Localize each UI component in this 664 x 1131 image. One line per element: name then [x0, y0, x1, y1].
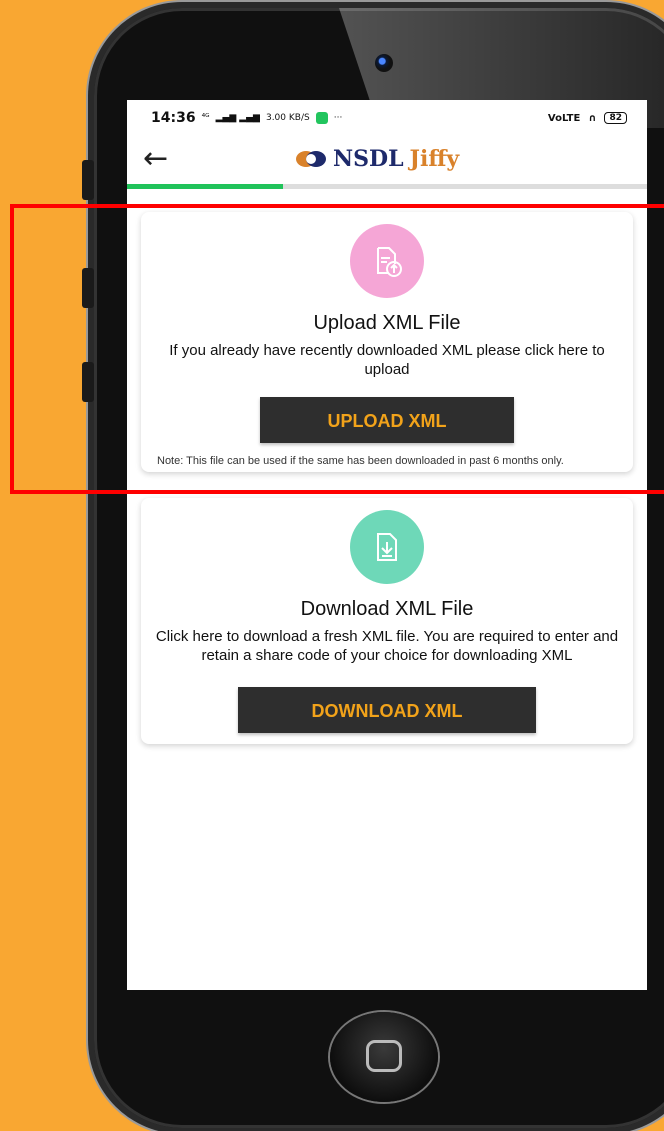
nsdl-logo-icon: [296, 151, 326, 167]
signal-indicator: ⁴ᴳ: [201, 113, 210, 123]
arrow-left-icon[interactable]: ←: [143, 144, 168, 174]
whatsapp-icon: [315, 112, 328, 124]
brand-logo: NSDL Jiffy: [295, 146, 459, 172]
download-xml-button[interactable]: DOWNLOAD XML: [238, 687, 536, 733]
download-file-icon: [350, 510, 424, 584]
battery-icon: 82: [604, 112, 627, 124]
brand-name: NSDL: [333, 146, 404, 172]
camera-icon: [375, 54, 393, 72]
network-speed: 3.00 KB/S: [265, 113, 310, 123]
home-button[interactable]: [330, 1012, 438, 1102]
home-square-icon: [366, 1040, 402, 1072]
highlight-box: [10, 204, 664, 494]
signal-bars-icon: ▂▄▆ ▂▄▆: [215, 113, 260, 123]
step-progress-bar: [127, 184, 647, 189]
download-title: Download XML File: [300, 598, 474, 620]
download-xml-card: Download XML File Click here to download…: [141, 498, 633, 744]
brand-sub: Jiffy: [409, 146, 460, 172]
step-progress-fill: [127, 184, 283, 189]
volume-up-button: [82, 160, 94, 200]
more-notifications: ···: [333, 113, 343, 123]
app-bar: ← NSDL Jiffy: [127, 136, 647, 182]
headset-icon: ∩: [588, 112, 597, 124]
volte-icon: VoLTE: [547, 112, 581, 124]
download-description: Click here to download a fresh XML file.…: [155, 628, 619, 664]
status-time: 14:36: [151, 110, 196, 126]
status-bar: 14:36 ⁴ᴳ ▂▄▆ ▂▄▆ 3.00 KB/S ··· VoLTE ∩ 8…: [127, 100, 647, 136]
